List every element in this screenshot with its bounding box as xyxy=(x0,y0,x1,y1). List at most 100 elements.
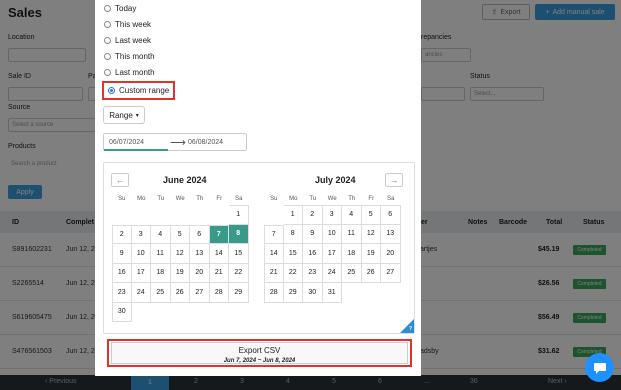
june-day-20[interactable]: 20 xyxy=(190,263,210,283)
june-day-21[interactable]: 21 xyxy=(209,263,229,283)
weekday-header: Fr xyxy=(216,196,223,202)
july-day-3[interactable]: 3 xyxy=(322,205,342,225)
help-icon[interactable]: ? xyxy=(409,326,412,332)
radio-icon[interactable] xyxy=(104,69,111,76)
caret-down-icon: ▾ xyxy=(135,112,139,119)
july-day-24[interactable]: 24 xyxy=(322,263,342,283)
date-range-input[interactable]: 06/07/2024 ⟶ 06/08/2024 xyxy=(103,133,247,151)
june-day-25[interactable]: 25 xyxy=(151,283,171,303)
july-day-17[interactable]: 17 xyxy=(322,244,342,264)
july-day-18[interactable]: 18 xyxy=(342,244,362,264)
july-day-2[interactable]: 2 xyxy=(303,205,323,225)
option-label: This month xyxy=(115,52,155,61)
june-day-29[interactable]: 29 xyxy=(229,283,249,303)
july-day-23[interactable]: 23 xyxy=(303,263,323,283)
july-day-15[interactable]: 15 xyxy=(283,244,303,264)
july-day-12[interactable]: 12 xyxy=(361,224,381,244)
start-date-input[interactable]: 06/07/2024 xyxy=(109,139,144,146)
july-day-8[interactable]: 8 xyxy=(283,224,303,244)
option-custom-range[interactable]: Custom range xyxy=(102,81,176,100)
radio-icon[interactable] xyxy=(104,5,111,12)
option-label: Custom range xyxy=(119,86,170,95)
july-day-9[interactable]: 9 xyxy=(303,224,323,244)
export-csv-button[interactable]: Export CSV Jun 7, 2024 ~ Jun 8, 2024 xyxy=(111,342,408,364)
prev-month-button[interactable]: ← xyxy=(111,173,129,187)
july-day-10[interactable]: 10 xyxy=(322,224,342,244)
radio-icon[interactable] xyxy=(104,21,111,28)
july-day-30[interactable]: 30 xyxy=(303,283,323,303)
july-day-13[interactable]: 13 xyxy=(381,224,401,244)
june-day-8[interactable]: 8 xyxy=(229,224,249,244)
active-field-underline xyxy=(104,149,168,151)
july-day-1[interactable]: 1 xyxy=(283,205,303,225)
june-day-3[interactable]: 3 xyxy=(131,224,151,244)
end-date-input[interactable]: 06/08/2024 xyxy=(188,139,223,146)
july-day-7[interactable]: 7 xyxy=(264,224,284,244)
radio-icon[interactable] xyxy=(104,53,111,60)
june-day-26[interactable]: 26 xyxy=(170,283,190,303)
radio-selected-icon[interactable] xyxy=(108,87,115,94)
june-day-4[interactable]: 4 xyxy=(151,224,171,244)
july-day-20[interactable]: 20 xyxy=(381,244,401,264)
june-day-6[interactable]: 6 xyxy=(190,224,210,244)
chat-launcher-button[interactable] xyxy=(585,353,614,382)
july-day-6[interactable]: 6 xyxy=(381,205,401,225)
june-day-18[interactable]: 18 xyxy=(151,263,171,283)
june-day-30[interactable]: 30 xyxy=(112,302,132,322)
option-this-month[interactable]: This month xyxy=(104,52,155,61)
chat-icon xyxy=(593,362,606,374)
july-day-16[interactable]: 16 xyxy=(303,244,323,264)
july-day-14[interactable]: 14 xyxy=(264,244,284,264)
weekday-header: Tu xyxy=(157,196,165,202)
weekday-header: We xyxy=(327,196,337,202)
arrow-left-icon: ← xyxy=(115,175,125,185)
june-day-13[interactable]: 13 xyxy=(190,244,210,264)
july-day-22[interactable]: 22 xyxy=(283,263,303,283)
weekday-header: Th xyxy=(348,196,356,202)
june-day-5[interactable]: 5 xyxy=(170,224,190,244)
weekday-header: Mo xyxy=(289,196,298,202)
july-day-5[interactable]: 5 xyxy=(361,205,381,225)
june-day-7[interactable]: 7 xyxy=(209,224,229,244)
next-month-button[interactable]: → xyxy=(385,173,403,187)
option-label: Last week xyxy=(115,36,152,45)
june-day-9[interactable]: 9 xyxy=(112,244,132,264)
july-day-27[interactable]: 27 xyxy=(381,263,401,283)
june-day-14[interactable]: 14 xyxy=(209,244,229,264)
weekday-header: Sa xyxy=(235,196,243,202)
july-day-28[interactable]: 28 xyxy=(264,283,284,303)
radio-icon[interactable] xyxy=(104,37,111,44)
june-day-19[interactable]: 19 xyxy=(170,263,190,283)
option-last-week[interactable]: Last week xyxy=(104,36,151,45)
july-day-4[interactable]: 4 xyxy=(342,205,362,225)
july-day-26[interactable]: 26 xyxy=(361,263,381,283)
option-label: Last month xyxy=(115,68,155,77)
weekday-header: Sa xyxy=(387,196,395,202)
july-day-11[interactable]: 11 xyxy=(342,224,362,244)
june-day-15[interactable]: 15 xyxy=(229,244,249,264)
range-dropdown-button[interactable]: Range ▾ xyxy=(103,106,145,124)
july-day-31[interactable]: 31 xyxy=(322,283,342,303)
june-day-17[interactable]: 17 xyxy=(131,263,151,283)
june-day-10[interactable]: 10 xyxy=(131,244,151,264)
july-day-21[interactable]: 21 xyxy=(264,263,284,283)
june-day-16[interactable]: 16 xyxy=(112,263,132,283)
june-day-12[interactable]: 12 xyxy=(170,244,190,264)
june-day-28[interactable]: 28 xyxy=(209,283,229,303)
weekday-header: Mo xyxy=(137,196,146,202)
option-today[interactable]: Today xyxy=(104,4,136,13)
june-day-11[interactable]: 11 xyxy=(151,244,171,264)
june-day-1[interactable]: 1 xyxy=(229,205,249,225)
june-day-22[interactable]: 22 xyxy=(229,263,249,283)
june-day-2[interactable]: 2 xyxy=(112,224,132,244)
july-day-29[interactable]: 29 xyxy=(283,283,303,303)
option-this-week[interactable]: This week xyxy=(104,20,151,29)
july-day-25[interactable]: 25 xyxy=(342,263,362,283)
month-title-july: July 2024 xyxy=(315,175,356,185)
weekday-header: Tu xyxy=(309,196,317,202)
july-day-19[interactable]: 19 xyxy=(361,244,381,264)
june-day-27[interactable]: 27 xyxy=(190,283,210,303)
option-last-month[interactable]: Last month xyxy=(104,68,155,77)
june-day-23[interactable]: 23 xyxy=(112,283,132,303)
june-day-24[interactable]: 24 xyxy=(131,283,151,303)
